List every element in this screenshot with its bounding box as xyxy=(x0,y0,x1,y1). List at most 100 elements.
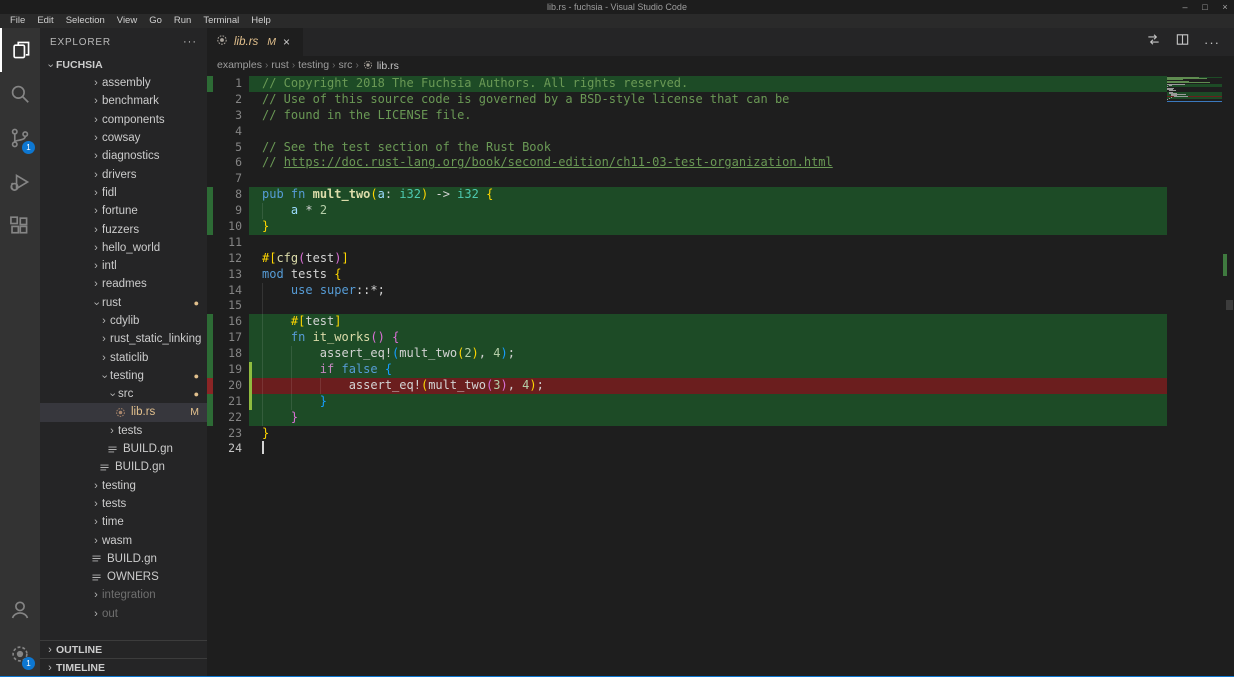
code-text: mod tests { xyxy=(249,267,1167,283)
minimap[interactable] xyxy=(1167,76,1222,676)
breadcrumb-item-src[interactable]: src xyxy=(338,59,352,71)
activity-run-and-debug[interactable] xyxy=(0,160,40,204)
tree-item-build-gn[interactable]: BUILD.gn xyxy=(40,550,207,568)
menu-view[interactable]: View xyxy=(111,14,143,28)
code-line-15[interactable]: 15 xyxy=(207,298,1167,314)
scrollbar[interactable] xyxy=(1222,76,1234,676)
code-text: fn it_works() { xyxy=(249,330,1167,346)
open-changes-icon[interactable] xyxy=(1146,32,1161,52)
code-line-23[interactable]: 23} xyxy=(207,426,1167,442)
code-line-12[interactable]: 12#[cfg(test)] xyxy=(207,251,1167,267)
breadcrumb-item-lib-rs[interactable]: lib.rs xyxy=(362,59,399,72)
code-line-2[interactable]: 2// Use of this source code is governed … xyxy=(207,92,1167,108)
code-line-20[interactable]: 20 assert_eq!(mult_two(3), 4); xyxy=(207,378,1167,394)
code-text: // See the test section of the Rust Book xyxy=(249,140,1167,156)
minimize-button[interactable]: – xyxy=(1180,0,1190,14)
code-lines[interactable]: 1// Copyright 2018 The Fuchsia Authors. … xyxy=(207,76,1167,676)
code-line-19[interactable]: 19 if false { xyxy=(207,362,1167,378)
tree-item-intl[interactable]: ›intl xyxy=(40,257,207,275)
tree-item-fidl[interactable]: ›fidl xyxy=(40,184,207,202)
activity-settings[interactable]: 1 xyxy=(0,632,40,676)
menu-help[interactable]: Help xyxy=(245,14,277,28)
activity-account[interactable] xyxy=(0,588,40,632)
code-line-3[interactable]: 3// found in the LICENSE file. xyxy=(207,108,1167,124)
tree-item-src[interactable]: ›src● xyxy=(40,385,207,403)
code-line-8[interactable]: 8pub fn mult_two(a: i32) -> i32 { xyxy=(207,187,1167,203)
code-line-24[interactable]: 24 xyxy=(207,441,1167,457)
tree-item-testing[interactable]: ›testing xyxy=(40,477,207,495)
tree-item-rust-static-linking[interactable]: ›rust_static_linking xyxy=(40,330,207,348)
tree-item-out[interactable]: ›out xyxy=(40,605,207,623)
tree-item-fortune[interactable]: ›fortune xyxy=(40,202,207,220)
code-text: #[cfg(test)] xyxy=(249,251,1167,267)
tree-item-rust[interactable]: ›rust● xyxy=(40,294,207,312)
tree-item-tests[interactable]: ›tests xyxy=(40,422,207,440)
menu-terminal[interactable]: Terminal xyxy=(197,14,245,28)
tab-lib-rs[interactable]: lib.rs M × xyxy=(207,28,303,56)
tree-item-components[interactable]: ›components xyxy=(40,111,207,129)
menu-selection[interactable]: Selection xyxy=(60,14,111,28)
code-line-4[interactable]: 4 xyxy=(207,124,1167,140)
tree-item-diagnostics[interactable]: ›diagnostics xyxy=(40,147,207,165)
split-editor-icon[interactable] xyxy=(1175,32,1190,52)
tab-close-icon[interactable]: × xyxy=(283,35,290,49)
chevron-right-icon: › xyxy=(90,95,102,107)
tree-item-label: staticlib xyxy=(110,352,148,364)
activity-extensions[interactable] xyxy=(0,204,40,248)
breadcrumb-item-rust[interactable]: rust xyxy=(271,59,289,71)
code-line-14[interactable]: 14 use super::*; xyxy=(207,283,1167,299)
tree-item-cowsay[interactable]: ›cowsay xyxy=(40,129,207,147)
overview-ruler-mark xyxy=(1223,254,1227,276)
tree-item-cdylib[interactable]: ›cdylib xyxy=(40,312,207,330)
code-line-7[interactable]: 7 xyxy=(207,171,1167,187)
indent-guide xyxy=(291,394,292,410)
tree-item-assembly[interactable]: ›assembly xyxy=(40,74,207,92)
tree-item-tests[interactable]: ›tests xyxy=(40,495,207,513)
more-actions-button[interactable]: ··· xyxy=(1204,35,1220,50)
scrollbar-thumb[interactable] xyxy=(1226,300,1233,310)
activity-explorer[interactable] xyxy=(0,28,40,72)
activity-search[interactable] xyxy=(0,72,40,116)
code-line-1[interactable]: 1// Copyright 2018 The Fuchsia Authors. … xyxy=(207,76,1167,92)
code-line-10[interactable]: 10} xyxy=(207,219,1167,235)
activity-source-control[interactable]: 1 xyxy=(0,116,40,160)
maximize-button[interactable]: □ xyxy=(1200,0,1210,14)
tree-item-drivers[interactable]: ›drivers xyxy=(40,165,207,183)
code-line-17[interactable]: 17 fn it_works() { xyxy=(207,330,1167,346)
tree-item-label: fuzzers xyxy=(102,224,139,236)
menu-go[interactable]: Go xyxy=(143,14,168,28)
code-line-13[interactable]: 13mod tests { xyxy=(207,267,1167,283)
close-button[interactable]: × xyxy=(1220,0,1230,14)
tree-item-build-gn[interactable]: BUILD.gn xyxy=(40,440,207,458)
breadcrumb-item-examples[interactable]: examples xyxy=(217,59,262,71)
tree-item-owners[interactable]: OWNERS xyxy=(40,568,207,586)
tree-item-readmes[interactable]: ›readmes xyxy=(40,275,207,293)
code-line-9[interactable]: 9 a * 2 xyxy=(207,203,1167,219)
menu-file[interactable]: File xyxy=(4,14,31,28)
sidebar-more-actions[interactable]: ··· xyxy=(183,36,197,48)
code-line-16[interactable]: 16 #[test] xyxy=(207,314,1167,330)
tree-item-benchmark[interactable]: ›benchmark xyxy=(40,92,207,110)
code-area: 1// Copyright 2018 The Fuchsia Authors. … xyxy=(207,74,1234,676)
code-line-11[interactable]: 11 xyxy=(207,235,1167,251)
tree-item-integration[interactable]: ›integration xyxy=(40,586,207,604)
tree-item-lib-rs[interactable]: lib.rsM xyxy=(40,403,207,421)
menu-edit[interactable]: Edit xyxy=(31,14,59,28)
section-timeline[interactable]: ›TIMELINE xyxy=(40,658,207,676)
tree-item-build-gn[interactable]: BUILD.gn xyxy=(40,458,207,476)
tree-item-staticlib[interactable]: ›staticlib xyxy=(40,348,207,366)
workspace-root-row[interactable]: › FUCHSIA xyxy=(40,56,207,74)
code-line-5[interactable]: 5// See the test section of the Rust Boo… xyxy=(207,140,1167,156)
tree-item-fuzzers[interactable]: ›fuzzers xyxy=(40,220,207,238)
code-line-21[interactable]: 21 } xyxy=(207,394,1167,410)
code-line-6[interactable]: 6// https://doc.rust-lang.org/book/secon… xyxy=(207,155,1167,171)
breadcrumb-item-testing[interactable]: testing xyxy=(298,59,329,71)
tree-item-wasm[interactable]: ›wasm xyxy=(40,531,207,549)
code-line-22[interactable]: 22 } xyxy=(207,410,1167,426)
section-outline[interactable]: ›OUTLINE xyxy=(40,640,207,658)
tree-item-time[interactable]: ›time xyxy=(40,513,207,531)
tree-item-testing[interactable]: ›testing● xyxy=(40,367,207,385)
code-line-18[interactable]: 18 assert_eq!(mult_two(2), 4); xyxy=(207,346,1167,362)
menu-run[interactable]: Run xyxy=(168,14,197,28)
tree-item-hello-world[interactable]: ›hello_world xyxy=(40,239,207,257)
